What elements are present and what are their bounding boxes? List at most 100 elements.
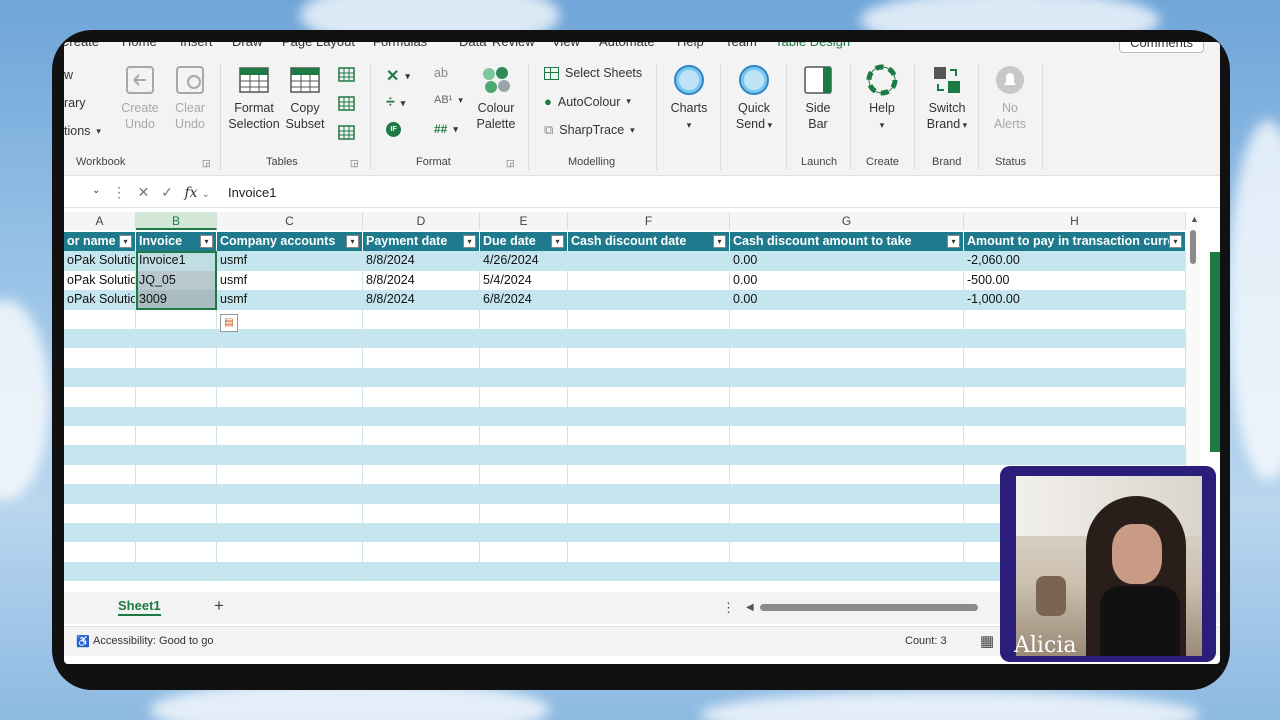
cell[interactable]: [363, 367, 480, 388]
more-icon[interactable]: ⋮: [722, 600, 735, 616]
tab-team[interactable]: Team: [725, 42, 757, 49]
header-cell[interactable]: Cash discount amount to take: [730, 232, 964, 252]
cell[interactable]: [568, 251, 730, 271]
cancel-icon[interactable]: ✕: [138, 184, 150, 200]
cell[interactable]: [568, 426, 730, 446]
sheet-tab-sheet1[interactable]: Sheet1: [118, 598, 161, 616]
cell[interactable]: [964, 426, 1186, 446]
text-format-button[interactable]: AB¹ ▾: [434, 94, 463, 106]
cell[interactable]: [480, 464, 568, 485]
cell[interactable]: [64, 406, 136, 426]
cell[interactable]: [217, 426, 363, 446]
scroll-thumb[interactable]: [1190, 230, 1196, 264]
cell[interactable]: [568, 523, 730, 543]
cell[interactable]: 0.00: [730, 270, 964, 291]
column-header-d[interactable]: D: [363, 212, 480, 230]
cell[interactable]: [480, 309, 568, 329]
cell[interactable]: [480, 445, 568, 465]
cell[interactable]: [363, 542, 480, 562]
cell[interactable]: 5/4/2024: [480, 270, 568, 291]
cell[interactable]: [136, 309, 217, 329]
cell[interactable]: [217, 503, 363, 523]
cell[interactable]: [964, 445, 1186, 465]
cell[interactable]: [730, 367, 964, 388]
autocolour-button[interactable]: ● AutoColour ▾: [544, 94, 631, 109]
filter-dropdown-icon[interactable]: ▾: [947, 235, 960, 248]
dialog-launcher-icon[interactable]: ◲: [350, 158, 359, 169]
cell[interactable]: [217, 348, 363, 368]
partial-item[interactable]: w: [64, 68, 73, 82]
number-format-button[interactable]: ## ▾: [434, 122, 458, 136]
table-small-icons[interactable]: [338, 66, 356, 156]
cell[interactable]: [217, 309, 363, 329]
cell[interactable]: [136, 561, 217, 582]
cell[interactable]: [136, 406, 217, 426]
cell[interactable]: [568, 406, 730, 426]
cell[interactable]: [480, 561, 568, 582]
cell[interactable]: [480, 523, 568, 543]
cell[interactable]: [730, 426, 964, 446]
cell[interactable]: [64, 503, 136, 523]
tab-page-layout[interactable]: Page Layout: [282, 42, 355, 49]
header-cell[interactable]: Company accounts: [217, 232, 363, 252]
cell[interactable]: [568, 270, 730, 291]
filter-dropdown-icon[interactable]: ▾: [551, 235, 564, 248]
cell[interactable]: [217, 523, 363, 543]
name-box[interactable]: ⌄: [64, 181, 110, 205]
cell[interactable]: [136, 329, 217, 349]
create-undo-button[interactable]: Create Undo: [120, 64, 160, 132]
cell[interactable]: [568, 367, 730, 388]
colour-palette-button[interactable]: Colour Palette: [472, 64, 520, 132]
cell[interactable]: 4/26/2024: [480, 251, 568, 271]
side-bar-button[interactable]: Side Bar: [800, 64, 836, 132]
add-sheet-button[interactable]: +: [214, 596, 224, 616]
cell[interactable]: [363, 406, 480, 426]
tab-formulas[interactable]: Formulas: [373, 42, 427, 49]
cell[interactable]: [64, 348, 136, 368]
divide-button[interactable]: ÷ ▾: [386, 94, 405, 112]
cell[interactable]: [480, 329, 568, 349]
cell[interactable]: [363, 348, 480, 368]
cell[interactable]: [363, 329, 480, 349]
cell[interactable]: [217, 406, 363, 426]
fx-icon[interactable]: fx: [184, 185, 197, 201]
cell[interactable]: [136, 503, 217, 523]
cell[interactable]: [730, 329, 964, 349]
tab-help[interactable]: Help: [677, 42, 704, 49]
cell[interactable]: [730, 523, 964, 543]
cell[interactable]: [730, 561, 964, 582]
format-selection-button[interactable]: Format Selection: [228, 64, 280, 132]
cell[interactable]: [64, 542, 136, 562]
column-header-b[interactable]: B: [136, 212, 217, 230]
confirm-icon[interactable]: ✓: [161, 184, 173, 200]
cell[interactable]: [568, 484, 730, 504]
cell[interactable]: [480, 542, 568, 562]
cell[interactable]: [480, 406, 568, 426]
scroll-left-icon[interactable]: ◀: [746, 602, 754, 613]
cell[interactable]: [136, 367, 217, 388]
cell[interactable]: [568, 464, 730, 485]
cell[interactable]: [363, 309, 480, 329]
cell[interactable]: [363, 445, 480, 465]
tab-insert[interactable]: Insert: [180, 42, 213, 49]
column-header-h[interactable]: H: [964, 212, 1186, 230]
cell[interactable]: [363, 484, 480, 504]
copy-subset-button[interactable]: Copy Subset: [282, 64, 328, 132]
cell[interactable]: 0.00: [730, 251, 964, 271]
cell[interactable]: [480, 348, 568, 368]
cell[interactable]: usmf: [217, 251, 363, 271]
cell[interactable]: [964, 329, 1186, 349]
tab-table-design[interactable]: Table Design: [775, 42, 850, 49]
cell[interactable]: [730, 348, 964, 368]
accessibility-status[interactable]: Accessibility: Good to go: [93, 635, 213, 647]
cell[interactable]: [363, 387, 480, 407]
cell[interactable]: [136, 542, 217, 562]
cell[interactable]: 8/8/2024: [363, 270, 480, 291]
cell[interactable]: [568, 387, 730, 407]
horizontal-scrollbar[interactable]: [760, 604, 978, 611]
cell[interactable]: [64, 464, 136, 485]
column-header-a[interactable]: A: [64, 212, 136, 230]
column-header-f[interactable]: F: [568, 212, 730, 230]
cell[interactable]: [64, 426, 136, 446]
if-button[interactable]: IF: [386, 122, 401, 137]
